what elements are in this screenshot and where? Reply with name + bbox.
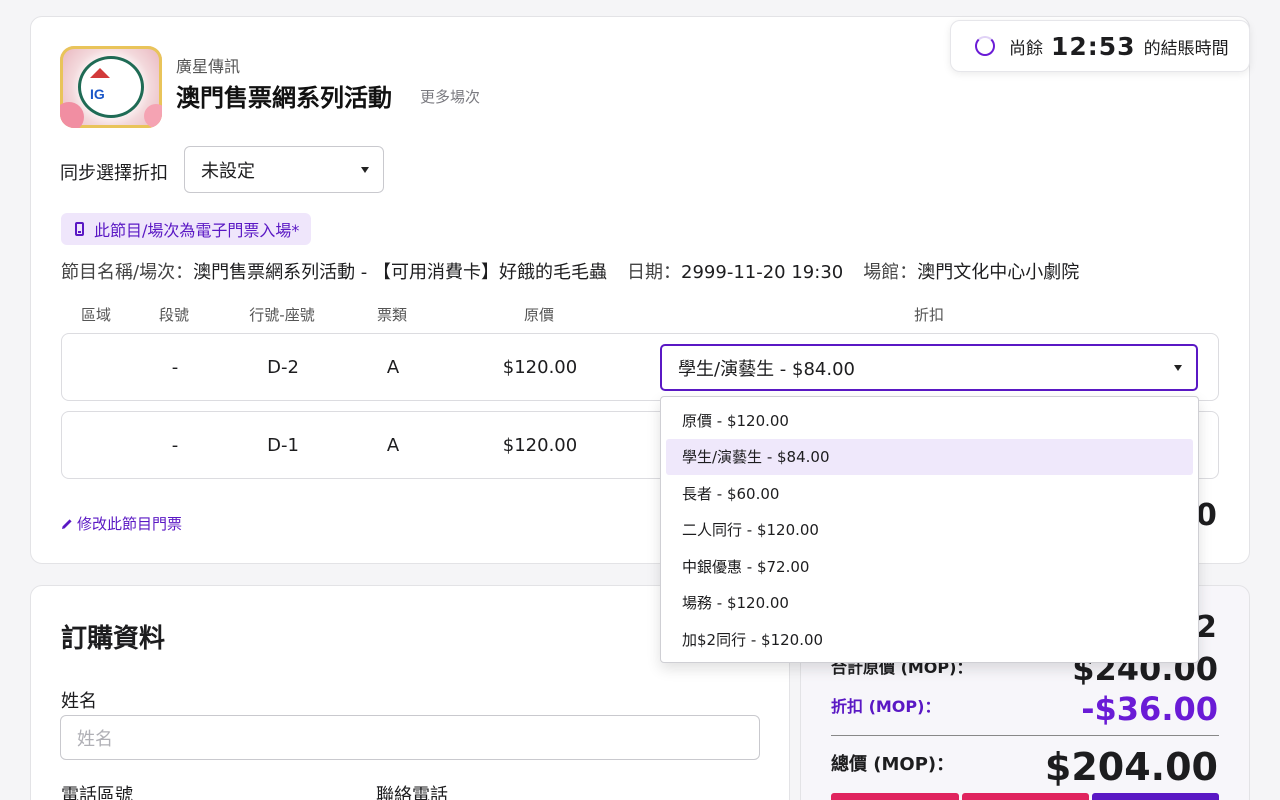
- timer-time: 12:53: [1051, 31, 1136, 61]
- venue-label: 場館：: [863, 262, 918, 283]
- order-title: 訂購資料: [61, 624, 166, 654]
- subtotal-amount: 0: [1196, 498, 1217, 533]
- sync-discount-label: 同步選擇折扣: [60, 163, 168, 184]
- eticket-badge: 此節目/場次為電子門票入場*: [61, 213, 312, 245]
- payment-button[interactable]: [962, 793, 1089, 800]
- date-value: 2999-11-20 19:30: [681, 262, 844, 283]
- program-label: 節目名稱/場次：: [61, 262, 194, 283]
- header-discount: 折扣: [913, 306, 944, 324]
- more-sessions-link[interactable]: 更多場次: [420, 86, 480, 107]
- edit-tickets-link[interactable]: 修改此節目門票: [61, 513, 182, 534]
- timer-prefix: 尚餘: [1009, 38, 1043, 59]
- sync-discount-select[interactable]: 未設定: [184, 146, 384, 193]
- timer-suffix: 的結賬時間: [1143, 38, 1229, 59]
- row-section: -: [171, 434, 179, 456]
- row-zone: [67, 412, 127, 478]
- grand-total-value: $204.00: [1044, 745, 1218, 789]
- row-seat: D-2: [267, 356, 299, 378]
- discount-option[interactable]: 中銀優惠 - $72.00: [666, 548, 1193, 585]
- discount-option-selected[interactable]: 學生/演藝生 - $84.00: [666, 438, 1193, 475]
- header-section: 段號: [158, 306, 189, 324]
- discount-option[interactable]: 長者 - $60.00: [666, 475, 1193, 512]
- caret-down-icon: [361, 166, 369, 173]
- organizer-name: 廣星傳訊: [176, 57, 241, 76]
- discount-select-value: 學生/演藝生 - $84.00: [678, 358, 855, 380]
- name-label: 姓名: [61, 691, 97, 712]
- phone-label: 聯絡電話: [376, 785, 448, 800]
- edit-tickets-label: 修改此節目門票: [77, 515, 183, 533]
- loading-ring-icon: [975, 36, 995, 56]
- payment-button[interactable]: [1092, 793, 1219, 800]
- event-title: 澳門售票網系列活動: [176, 84, 392, 112]
- row-zone: [67, 334, 127, 400]
- name-input[interactable]: 姓名: [60, 715, 760, 760]
- event-logo: IG: [60, 46, 162, 128]
- discount-option[interactable]: 二人同行 - $120.00: [666, 512, 1193, 549]
- summary-divider: [831, 735, 1219, 736]
- program-value: 澳門售票網系列活動 - 【可用消費卡】好餓的毛毛蟲: [193, 262, 608, 283]
- phone-icon: [75, 222, 84, 236]
- payment-button[interactable]: [831, 793, 959, 800]
- caret-down-icon: [1174, 364, 1182, 371]
- row-price: $120.00: [502, 356, 578, 378]
- date-label: 日期：: [627, 262, 682, 283]
- discount-total-value: -$36.00: [1081, 690, 1218, 728]
- header-zone: 區域: [80, 306, 111, 324]
- discount-dropdown-menu: 原價 - $120.00 學生/演藝生 - $84.00 長者 - $60.00…: [660, 396, 1199, 663]
- discount-option[interactable]: 加$2同行 - $120.00: [666, 621, 1193, 658]
- row-ticket-type: A: [386, 434, 400, 456]
- grand-total-label: 總價 (MOP)：: [831, 754, 955, 775]
- sync-discount-value: 未設定: [201, 160, 255, 182]
- header-price: 原價: [523, 306, 554, 324]
- discount-option[interactable]: 原價 - $120.00: [666, 402, 1193, 439]
- event-info-line: 節目名稱/場次：澳門售票網系列活動 - 【可用消費卡】好餓的毛毛蟲 日期：2999…: [61, 258, 1079, 284]
- venue-value: 澳門文化中心小劇院: [917, 262, 1080, 283]
- discount-total-label: 折扣 (MOP)：: [831, 697, 941, 716]
- phone-code-label: 電話區號: [61, 785, 133, 800]
- discount-option[interactable]: 場務 - $120.00: [666, 585, 1193, 622]
- row-price: $120.00: [502, 434, 578, 456]
- discount-select[interactable]: 學生/演藝生 - $84.00: [660, 344, 1198, 391]
- header-ticket-type: 票類: [376, 306, 407, 324]
- row-section: -: [171, 356, 179, 378]
- row-ticket-type: A: [386, 356, 400, 378]
- checkout-timer: 尚餘 12:53 的結賬時間: [950, 20, 1250, 72]
- header-seat: 行號-座號: [249, 306, 315, 324]
- pencil-icon: [62, 518, 72, 529]
- eticket-notice: 此節目/場次為電子門票入場*: [94, 221, 300, 240]
- row-seat: D-1: [267, 434, 299, 456]
- ticket-count: 2: [1196, 610, 1217, 645]
